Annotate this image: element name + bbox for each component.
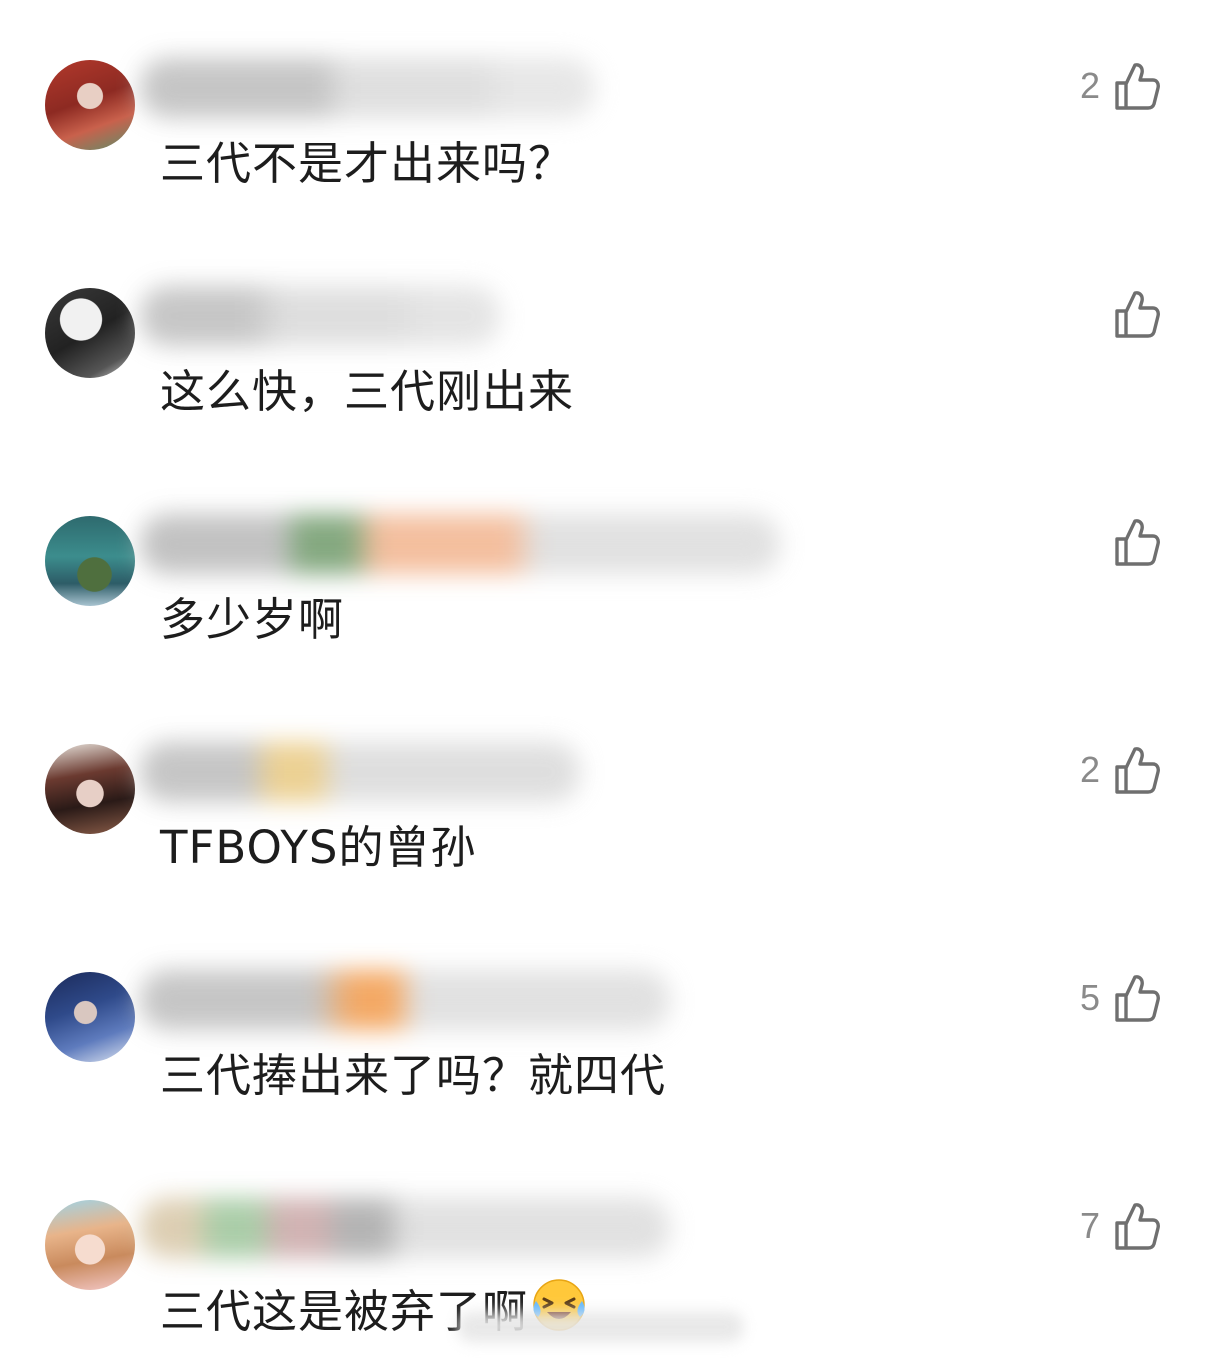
comment-item: 三代不是才出来吗？ 2 [0,0,1206,228]
avatar[interactable] [45,972,135,1062]
thumbs-up-icon [1114,745,1160,795]
like-button[interactable]: 2 [1080,744,1160,796]
avatar[interactable] [45,60,135,150]
comment-item: TFBOYS的曾孙 2 [0,684,1206,912]
thumbs-up-icon [1114,61,1160,111]
username-meta-blurred [140,514,780,574]
like-count: 2 [1079,65,1100,106]
comment-item: 这么快，三代刚出来 [0,228,1206,456]
username-meta-blurred [140,58,595,118]
username-meta-blurred [140,1198,670,1258]
thumbs-up-icon [1114,973,1160,1023]
avatar[interactable] [45,288,135,378]
like-button[interactable] [1100,288,1160,340]
thumbs-up-icon [1114,517,1160,567]
watermark-blurred [458,1312,743,1342]
comment-text: TFBOYS的曾孙 [160,821,477,874]
comment-item: 三代捧出来了吗？就四代 5 [0,912,1206,1140]
avatar[interactable] [45,516,135,606]
like-count: 2 [1079,749,1100,790]
like-button[interactable]: 2 [1080,60,1160,112]
thumbs-up-icon [1114,289,1160,339]
username-meta-blurred [140,742,580,802]
avatar[interactable] [45,1200,135,1290]
like-button[interactable] [1100,516,1160,568]
comment-text: 三代不是才出来吗？ [160,137,575,190]
comment-item: 多少岁啊 [0,456,1206,684]
username-meta-blurred [140,286,500,346]
comment-text: 多少岁啊 [160,593,345,646]
avatar[interactable] [45,744,135,834]
comment-text: 三代捧出来了吗？就四代 [160,1049,667,1102]
like-button[interactable]: 5 [1080,972,1160,1024]
comment-text: 这么快，三代刚出来 [160,365,575,418]
like-button[interactable]: 7 [1080,1200,1160,1252]
username-meta-blurred [140,970,670,1030]
like-count: 5 [1079,977,1100,1018]
thumbs-up-icon [1114,1201,1160,1251]
like-count: 7 [1079,1205,1100,1246]
